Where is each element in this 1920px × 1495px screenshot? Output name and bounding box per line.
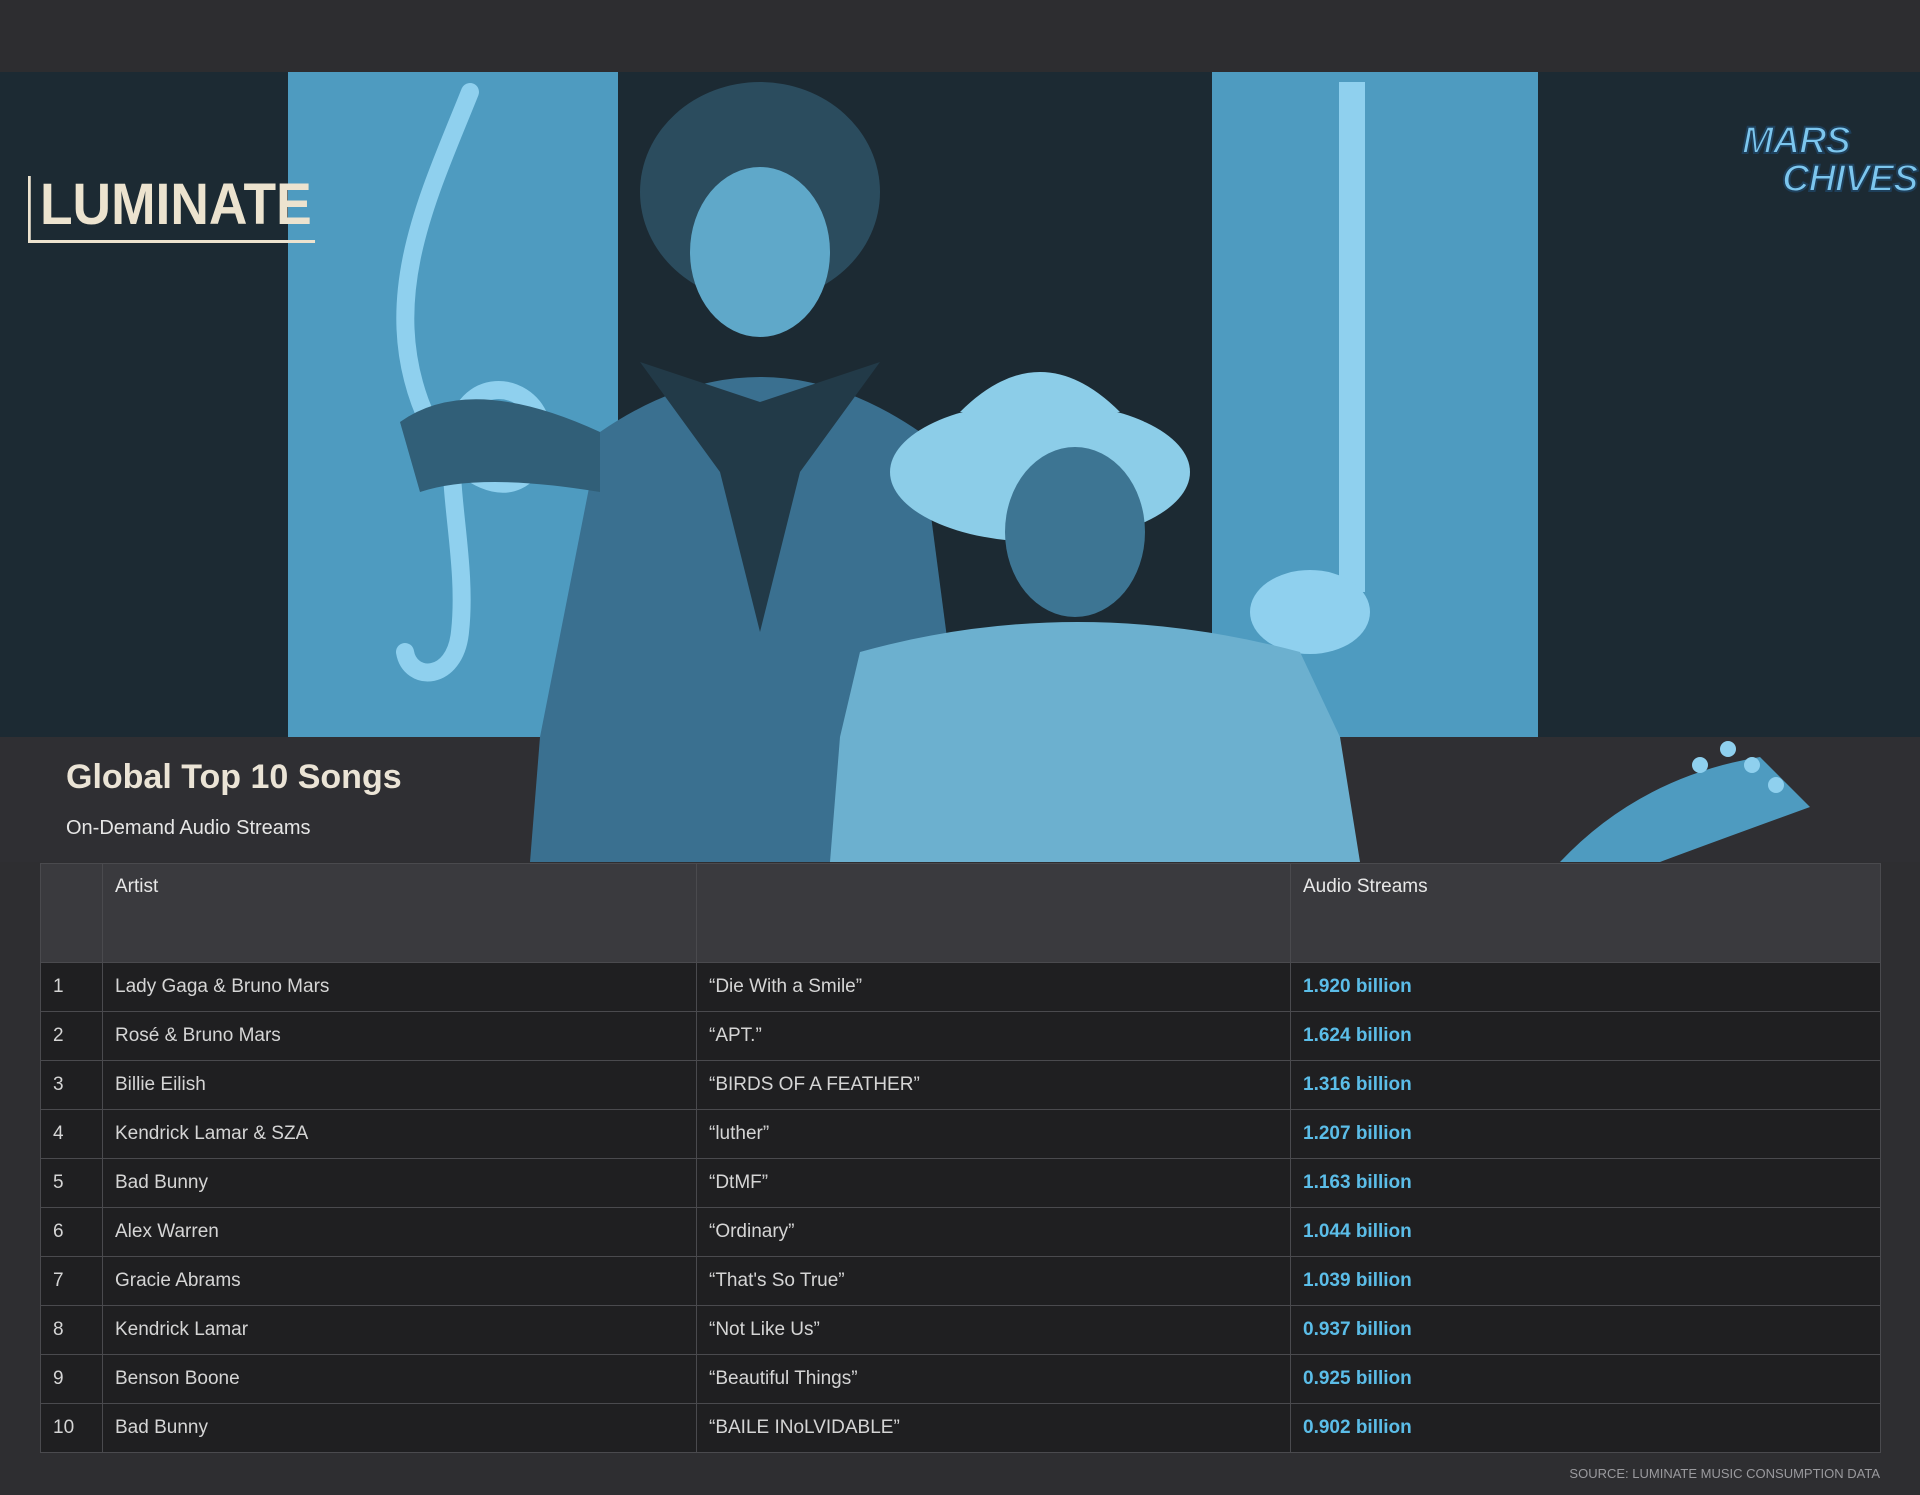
row-song: “That's So True” (696, 1256, 1291, 1306)
row-artist: Billie Eilish (102, 1060, 697, 1110)
row-streams: 1.624 billion (1290, 1011, 1881, 1061)
table-row: 10 Bad Bunny “BAILE INoLVIDABLE” 0.902 bill… (40, 1403, 1881, 1453)
woman-figure (400, 82, 960, 737)
row-artist: Rosé & Bruno Mars (102, 1011, 697, 1061)
row-song: “luther” (696, 1109, 1291, 1159)
header-artist: Artist (102, 863, 697, 963)
row-rank: 3 (40, 1060, 103, 1110)
row-streams: 1.039 billion (1290, 1256, 1881, 1306)
row-artist: Gracie Abrams (102, 1256, 697, 1306)
row-rank: 10 (40, 1403, 103, 1453)
table-row: 9 Benson Boone “Beautiful Things” 0.925 bil… (40, 1354, 1881, 1404)
row-rank: 1 (40, 962, 103, 1012)
row-rank: 7 (40, 1256, 103, 1306)
table-row: 7 Gracie Abrams “That's So True” 1.039 bill… (40, 1256, 1881, 1306)
row-artist: Bad Bunny (102, 1158, 697, 1208)
row-rank: 2 (40, 1011, 103, 1061)
row-song: “DtMF” (696, 1158, 1291, 1208)
guitar-headstock-shape (1560, 757, 1810, 862)
table-row: 6 Alex Warren “Ordinary” 1.044 billion (40, 1207, 1881, 1257)
mars-chives-logo: MARS CHIVES (1738, 112, 1919, 208)
table-row: 2 Rosé & Bruno Mars “APT.” 1.624 billion (40, 1011, 1881, 1061)
row-rank: 9 (40, 1354, 103, 1404)
header-rank (40, 863, 103, 963)
row-streams: 1.163 billion (1290, 1158, 1881, 1208)
row-artist: Lady Gaga & Bruno Mars (102, 962, 697, 1012)
songs-table: Artist Audio Streams 1 Lady Gaga & Bruno … (40, 863, 1881, 1453)
title-band (0, 737, 1920, 862)
header-streams: Audio Streams (1290, 863, 1881, 963)
row-streams: 1.316 billion (1290, 1060, 1881, 1110)
row-streams: 1.044 billion (1290, 1207, 1881, 1257)
luminate-logo: LUMINATE (28, 176, 316, 243)
row-streams: 0.925 billion (1290, 1354, 1881, 1404)
row-artist: Alex Warren (102, 1207, 697, 1257)
table-body: 1 Lady Gaga & Bruno Mars “Die With a Smile… (40, 962, 1881, 1453)
source-note: SOURCE: LUMINATE MUSIC CONSUMPTION DATA (1569, 1466, 1880, 1481)
row-streams: 0.937 billion (1290, 1305, 1881, 1355)
top-strip (0, 0, 1920, 72)
header-song (696, 863, 1291, 963)
row-song: “Ordinary” (696, 1207, 1291, 1257)
table-row: 5 Bad Bunny “DtMF” 1.163 billion (40, 1158, 1881, 1208)
row-song: “Not Like Us” (696, 1305, 1291, 1355)
row-song: “BAILE INoLVIDABLE” (696, 1403, 1291, 1453)
row-song: “Die With a Smile” (696, 962, 1291, 1012)
row-song: “Beautiful Things” (696, 1354, 1291, 1404)
row-rank: 6 (40, 1207, 103, 1257)
treble-clef-shape (396, 83, 552, 682)
row-streams: 1.920 billion (1290, 962, 1881, 1012)
table-row: 3 Billie Eilish “BIRDS OF A FEATHER” 1.316 … (40, 1060, 1881, 1110)
row-artist: Benson Boone (102, 1354, 697, 1404)
table-header-row: Artist Audio Streams (40, 863, 1881, 963)
row-streams: 0.902 billion (1290, 1403, 1881, 1453)
chart-title: Global Top 10 Songs (66, 758, 402, 796)
chart-subtitle: On-Demand Audio Streams (66, 817, 311, 839)
row-song: “APT.” (696, 1011, 1291, 1061)
songs-table-wrap: Artist Audio Streams 1 Lady Gaga & Bruno … (40, 863, 1881, 1453)
band-figures (530, 737, 1810, 862)
logo-word-mars: MARS (1741, 120, 1852, 162)
row-artist: Kendrick Lamar (102, 1305, 697, 1355)
logo-word-chives: CHIVES (1781, 158, 1919, 200)
row-rank: 8 (40, 1305, 103, 1355)
row-artist: Bad Bunny (102, 1403, 697, 1453)
row-streams: 1.207 billion (1290, 1109, 1881, 1159)
row-rank: 4 (40, 1109, 103, 1159)
row-song: “BIRDS OF A FEATHER” (696, 1060, 1291, 1110)
hero-image: LUMINATE MARS CHIVES (0, 72, 1920, 737)
row-artist: Kendrick Lamar & SZA (102, 1109, 697, 1159)
table-row: 4 Kendrick Lamar & SZA “luther” 1.207 billi… (40, 1109, 1881, 1159)
table-row: 1 Lady Gaga & Bruno Mars “Die With a Smile… (40, 962, 1881, 1012)
music-note-head (1250, 570, 1370, 654)
table-row: 8 Kendrick Lamar “Not Like Us” 0.937 billio… (40, 1305, 1881, 1355)
row-rank: 5 (40, 1158, 103, 1208)
